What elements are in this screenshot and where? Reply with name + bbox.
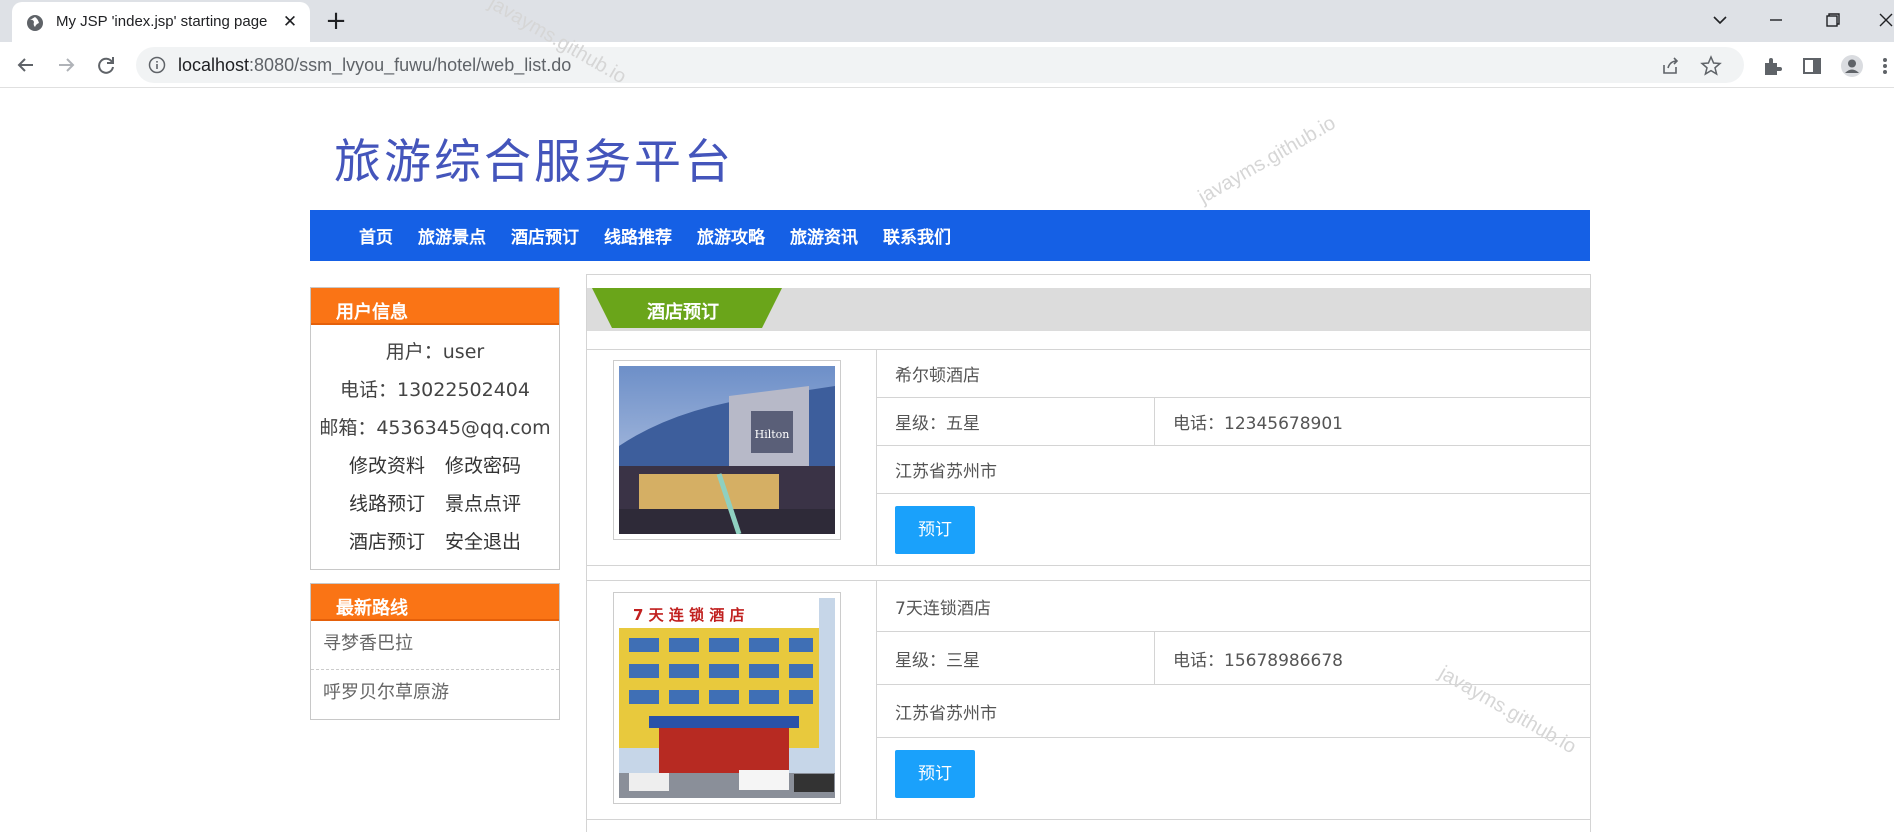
forward-icon[interactable]	[52, 51, 80, 79]
latest-routes-box: 最新路线 寻梦香巴拉 呼罗贝尔草原游	[310, 583, 560, 720]
site-logo: 旅游综合服务平台	[334, 135, 734, 190]
nav-item-hotel-booking[interactable]: 酒店预订	[511, 223, 579, 248]
user-name: 用户：user	[385, 341, 485, 363]
profile-icon[interactable]	[1840, 54, 1864, 78]
nav-item-contact[interactable]: 联系我们	[883, 223, 951, 248]
hotel-action-row: 预订	[877, 738, 1590, 819]
nav-item-news[interactable]: 旅游资讯	[790, 223, 858, 248]
url-path: :8080/ssm_lvyou_fuwu/hotel/web_list.do	[249, 55, 572, 75]
hotel-card: 7 天 连 锁 酒 店 7天连锁酒店 星级：三星 电话：15678986678 …	[587, 580, 1590, 820]
user-links-row: 线路预订 景点点评	[311, 485, 559, 523]
hotel-name-row: 希尔顿酒店	[877, 350, 1590, 398]
panel-title: 酒店预订	[647, 302, 719, 323]
user-email: 邮箱：4536345@qq.com	[319, 417, 551, 439]
close-icon[interactable]	[1872, 6, 1894, 34]
panel-header: 酒店预订	[587, 288, 1590, 331]
restore-icon[interactable]	[1816, 6, 1848, 34]
info-icon[interactable]	[148, 56, 166, 74]
hotel-address: 江苏省苏州市	[895, 703, 997, 724]
hotel-card: Hilton 希尔顿酒店 星级：五星 电话：12345678901 江苏省苏州市	[587, 349, 1590, 566]
share-icon[interactable]	[1660, 55, 1682, 77]
hotel-phone: 电话：15678986678	[1173, 650, 1343, 671]
hotel-address-row: 江苏省苏州市	[877, 685, 1590, 738]
url-text[interactable]: localhost:8080/ssm_lvyou_fuwu/hotel/web_…	[178, 55, 571, 76]
hotel-list-panel: 酒店预订 Hilton 希尔顿酒店 星级：五星 电话：12345678901 江…	[586, 274, 1591, 832]
watermark: javayms.github.io	[1194, 111, 1340, 209]
hotel-info-row: 星级：三星 电话：15678986678	[877, 632, 1590, 685]
menu-icon[interactable]	[1876, 54, 1894, 78]
hotel-booking-link[interactable]: 酒店预订	[349, 523, 425, 561]
hotel-phone: 电话：12345678901	[1173, 414, 1343, 434]
hotel-photo[interactable]: Hilton	[613, 360, 841, 540]
address-bar[interactable]: localhost:8080/ssm_lvyou_fuwu/hotel/web_…	[136, 47, 1744, 83]
user-links-row: 酒店预订 安全退出	[311, 523, 559, 561]
hotel-name-row: 7天连锁酒店	[877, 581, 1590, 632]
extensions-icon[interactable]	[1760, 54, 1784, 78]
hotel-action-row: 预订	[877, 494, 1590, 565]
user-phone: 电话：13022502404	[340, 379, 530, 401]
nav-item-home[interactable]: 首页	[359, 223, 393, 248]
browser-toolbar: localhost:8080/ssm_lvyou_fuwu/hotel/web_…	[0, 42, 1894, 88]
chevron-down-icon[interactable]	[1704, 6, 1736, 34]
tab-title: My JSP 'index.jsp' starting page	[56, 13, 268, 30]
book-button[interactable]: 预订	[895, 506, 975, 554]
hotel-info-row: 星级：五星 电话：12345678901	[877, 398, 1590, 446]
hotel-photo[interactable]: 7 天 连 锁 酒 店	[613, 592, 841, 804]
browser-tabstrip: My JSP 'index.jsp' starting page ✕ +	[0, 0, 1894, 42]
logout-link[interactable]: 安全退出	[445, 523, 521, 561]
hotel-address: 江苏省苏州市	[895, 462, 997, 482]
back-icon[interactable]	[12, 51, 40, 79]
star-icon[interactable]	[1700, 55, 1722, 77]
main-nav: 首页 旅游景点 酒店预订 线路推荐 旅游攻略 旅游资讯 联系我们	[310, 210, 1590, 261]
route-item[interactable]: 寻梦香巴拉	[311, 621, 559, 670]
user-info-box: 用户信息 用户：user 电话：13022502404 邮箱：4536345@q…	[310, 287, 560, 570]
hotel-star: 星级：五星	[877, 398, 1155, 445]
user-links-row: 修改资料 修改密码	[311, 447, 559, 485]
user-info-title: 用户信息	[311, 288, 559, 325]
nav-item-routes[interactable]: 线路推荐	[604, 223, 672, 248]
hotel-address-row: 江苏省苏州市	[877, 446, 1590, 494]
hotel-name: 7天连锁酒店	[895, 598, 991, 619]
nav-item-guides[interactable]: 旅游攻略	[697, 223, 765, 248]
hotel-sign-text: Hilton	[755, 428, 790, 441]
reload-icon[interactable]	[92, 51, 120, 79]
book-button[interactable]: 预订	[895, 750, 975, 798]
latest-routes-title: 最新路线	[311, 584, 559, 621]
hotel-sign-text: 7 天 连 锁 酒 店	[633, 606, 745, 624]
hotel-name: 希尔顿酒店	[895, 366, 980, 386]
route-item[interactable]: 呼罗贝尔草原游	[311, 670, 559, 719]
minimize-icon[interactable]	[1760, 6, 1792, 34]
tab-close-button[interactable]: ✕	[278, 10, 302, 34]
browser-tab[interactable]: My JSP 'index.jsp' starting page ✕	[12, 2, 310, 42]
side-panel-icon[interactable]	[1800, 54, 1824, 78]
url-host: localhost	[178, 55, 250, 75]
new-tab-button[interactable]: +	[322, 8, 350, 36]
nav-item-attractions[interactable]: 旅游景点	[418, 223, 486, 248]
globe-icon	[27, 15, 43, 31]
web-page: 旅游综合服务平台 首页 旅游景点 酒店预订 线路推荐 旅游攻略 旅游资讯 联系我…	[0, 0, 1894, 832]
change-password-link[interactable]: 修改密码	[445, 447, 521, 485]
attraction-review-link[interactable]: 景点点评	[445, 485, 521, 523]
edit-profile-link[interactable]: 修改资料	[349, 447, 425, 485]
route-booking-link[interactable]: 线路预订	[349, 485, 425, 523]
hotel-star: 星级：三星	[877, 632, 1155, 684]
